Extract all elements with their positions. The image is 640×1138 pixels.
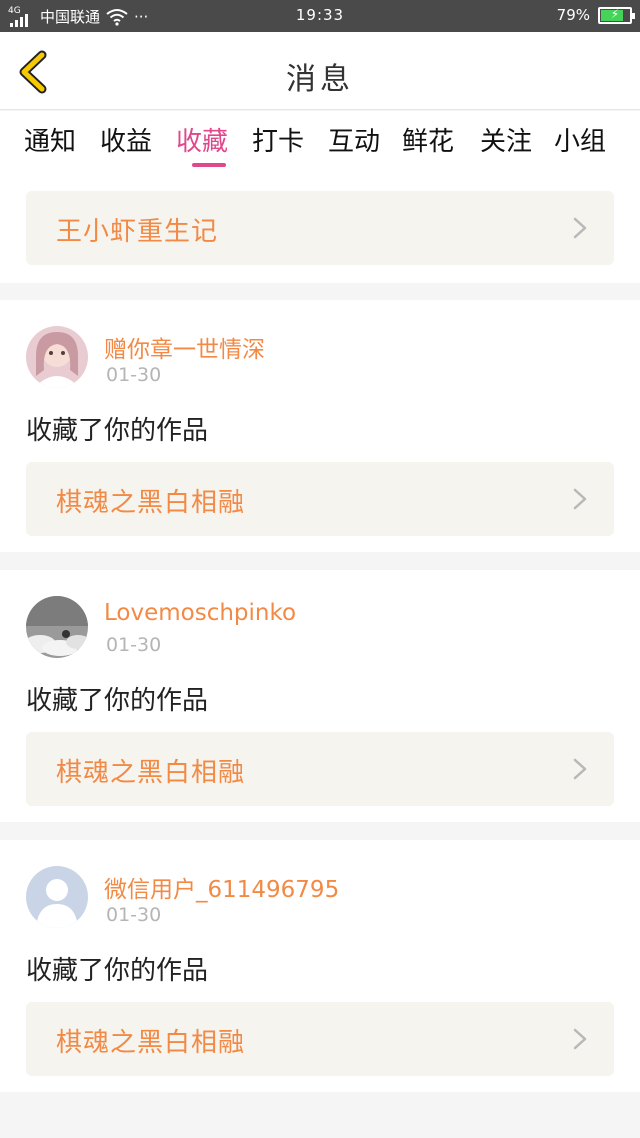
tab-notifications[interactable]: 通知 <box>24 121 76 158</box>
message-card: 赠你章一世情深 01-30 收藏了你的作品 棋魂之黑白相融 <box>0 300 640 552</box>
avatar[interactable] <box>26 326 88 388</box>
nav-bar: 消息 <box>0 32 640 110</box>
user-photo-icon <box>26 326 88 388</box>
message-card: 微信用户_611496795 01-30 收藏了你的作品 棋魂之黑白相融 <box>0 840 640 1092</box>
tab-following[interactable]: 关注 <box>480 121 532 158</box>
battery-percent: 79% <box>556 6 590 24</box>
work-link[interactable]: 棋魂之黑白相融 <box>26 1002 614 1076</box>
message-date: 01-30 <box>106 904 162 926</box>
work-link[interactable]: 棋魂之黑白相融 <box>26 732 614 806</box>
chevron-right-icon <box>573 488 587 510</box>
work-title: 棋魂之黑白相融 <box>56 1028 246 1058</box>
status-right: 79% ⚡ <box>556 6 635 24</box>
tab-earnings[interactable]: 收益 <box>100 121 152 158</box>
status-bar: 4G 中国联通 ··· 19:33 79% ⚡ <box>0 0 640 32</box>
work-link[interactable]: 棋魂之黑白相融 <box>26 462 614 536</box>
message-date: 01-30 <box>106 364 162 386</box>
action-text: 收藏了你的作品 <box>26 686 209 716</box>
work-title: 王小虾重生记 <box>56 217 219 247</box>
battery-icon: ⚡ <box>598 6 635 24</box>
work-link-top[interactable]: 王小虾重生记 <box>26 191 614 265</box>
action-text: 收藏了你的作品 <box>26 956 209 986</box>
username[interactable]: 赠你章一世情深 <box>104 330 265 364</box>
default-user-icon <box>26 866 88 928</box>
action-text: 收藏了你的作品 <box>26 416 209 446</box>
top-item-section: 王小虾重生记 <box>0 175 640 283</box>
sky-photo-icon <box>26 596 88 658</box>
tab-checkin[interactable]: 打卡 <box>252 121 304 158</box>
tab-favorites[interactable]: 收藏 <box>176 121 228 158</box>
tab-bar: 通知 收益 收藏 打卡 互动 鲜花 关注 小组 <box>0 111 640 175</box>
page-title: 消息 <box>286 62 354 97</box>
work-title: 棋魂之黑白相融 <box>56 488 246 518</box>
message-card: Lovemoschpinko 01-30 收藏了你的作品 棋魂之黑白相融 <box>0 570 640 822</box>
avatar[interactable] <box>26 596 88 658</box>
tab-interaction[interactable]: 互动 <box>328 121 380 158</box>
tab-flowers[interactable]: 鲜花 <box>402 121 454 158</box>
work-title: 棋魂之黑白相融 <box>56 758 246 788</box>
clock: 19:33 <box>295 6 345 24</box>
chevron-right-icon <box>573 217 587 239</box>
tab-groups[interactable]: 小组 <box>554 121 606 158</box>
message-date: 01-30 <box>106 634 162 656</box>
active-tab-indicator <box>192 163 226 167</box>
chevron-right-icon <box>573 758 587 780</box>
chevron-right-icon <box>573 1028 587 1050</box>
username[interactable]: Lovemoschpinko <box>104 600 296 626</box>
username[interactable]: 微信用户_611496795 <box>104 870 339 904</box>
avatar[interactable] <box>26 866 88 928</box>
